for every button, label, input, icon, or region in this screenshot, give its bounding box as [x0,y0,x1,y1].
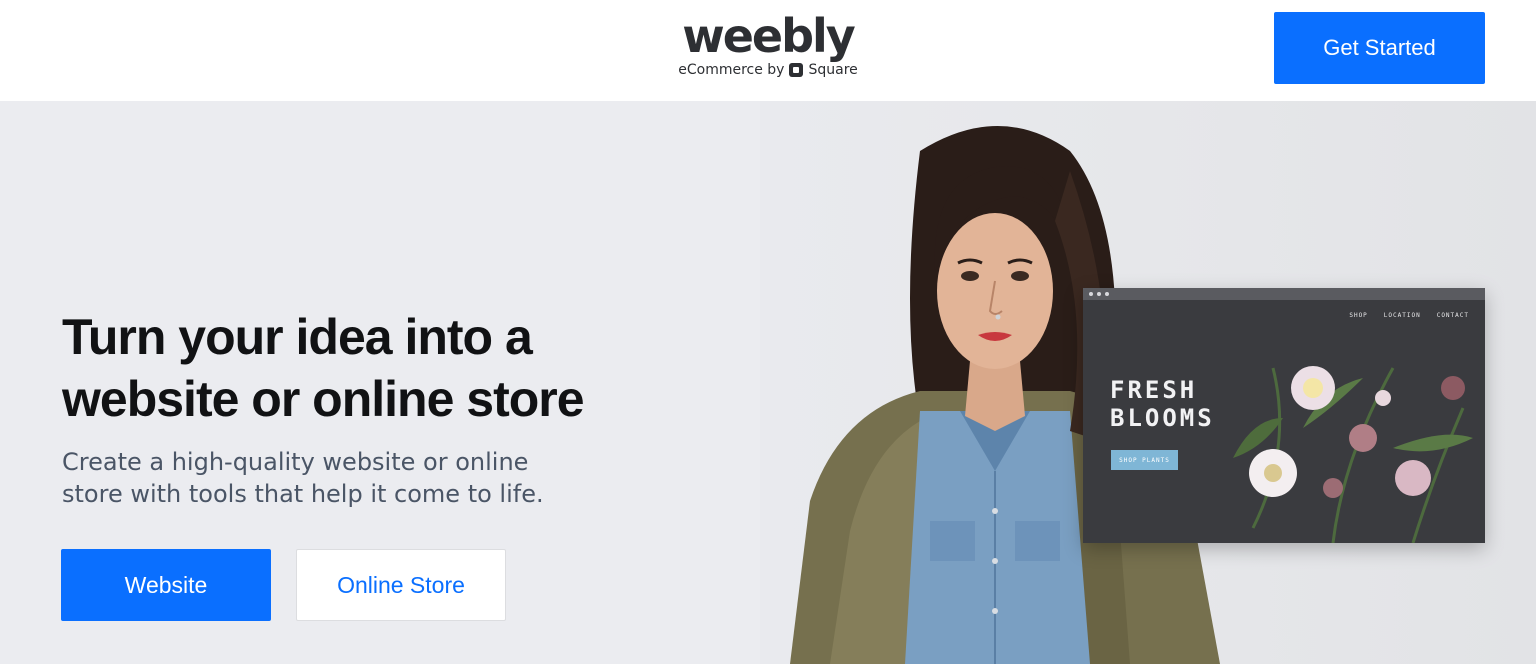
mockup-title: FRESH BLOOMS [1110,376,1215,432]
website-button[interactable]: Website [61,549,271,621]
site-header: weebly eCommerce by Square Get Started [0,0,1536,101]
window-dot-icon [1105,292,1109,296]
flower-bouquet-image [1233,366,1473,543]
logo-tagline: eCommerce by Square [668,62,868,78]
window-dot-icon [1089,292,1093,296]
weebly-logo[interactable]: weebly eCommerce by Square [668,10,868,78]
get-started-button[interactable]: Get Started [1274,12,1485,84]
logo-tagline-brand: Square [808,62,858,78]
mockup-nav: SHOP LOCATION CONTACT [1349,312,1469,319]
square-logo-icon [789,63,804,77]
hero-title: Turn your idea into a website or online … [62,309,585,427]
logo-wordmark: weebly [682,9,856,63]
logo-tagline-prefix: eCommerce by [678,62,785,78]
mockup-nav-contact: CONTACT [1436,312,1469,319]
mockup-nav-shop: SHOP [1349,312,1368,319]
hero-section: Turn your idea into a website or online … [0,101,1536,664]
online-store-button[interactable]: Online Store [296,549,506,621]
mockup-nav-location: LOCATION [1383,312,1421,319]
website-mockup: SHOP LOCATION CONTACT FRESH BLOOMS SHOP … [1083,288,1485,543]
hero-subtitle: Create a high-quality website or online … [62,448,544,508]
window-dot-icon [1097,292,1101,296]
mockup-shop-plants-button: SHOP PLANTS [1111,450,1178,470]
mockup-window-bar [1083,288,1485,300]
